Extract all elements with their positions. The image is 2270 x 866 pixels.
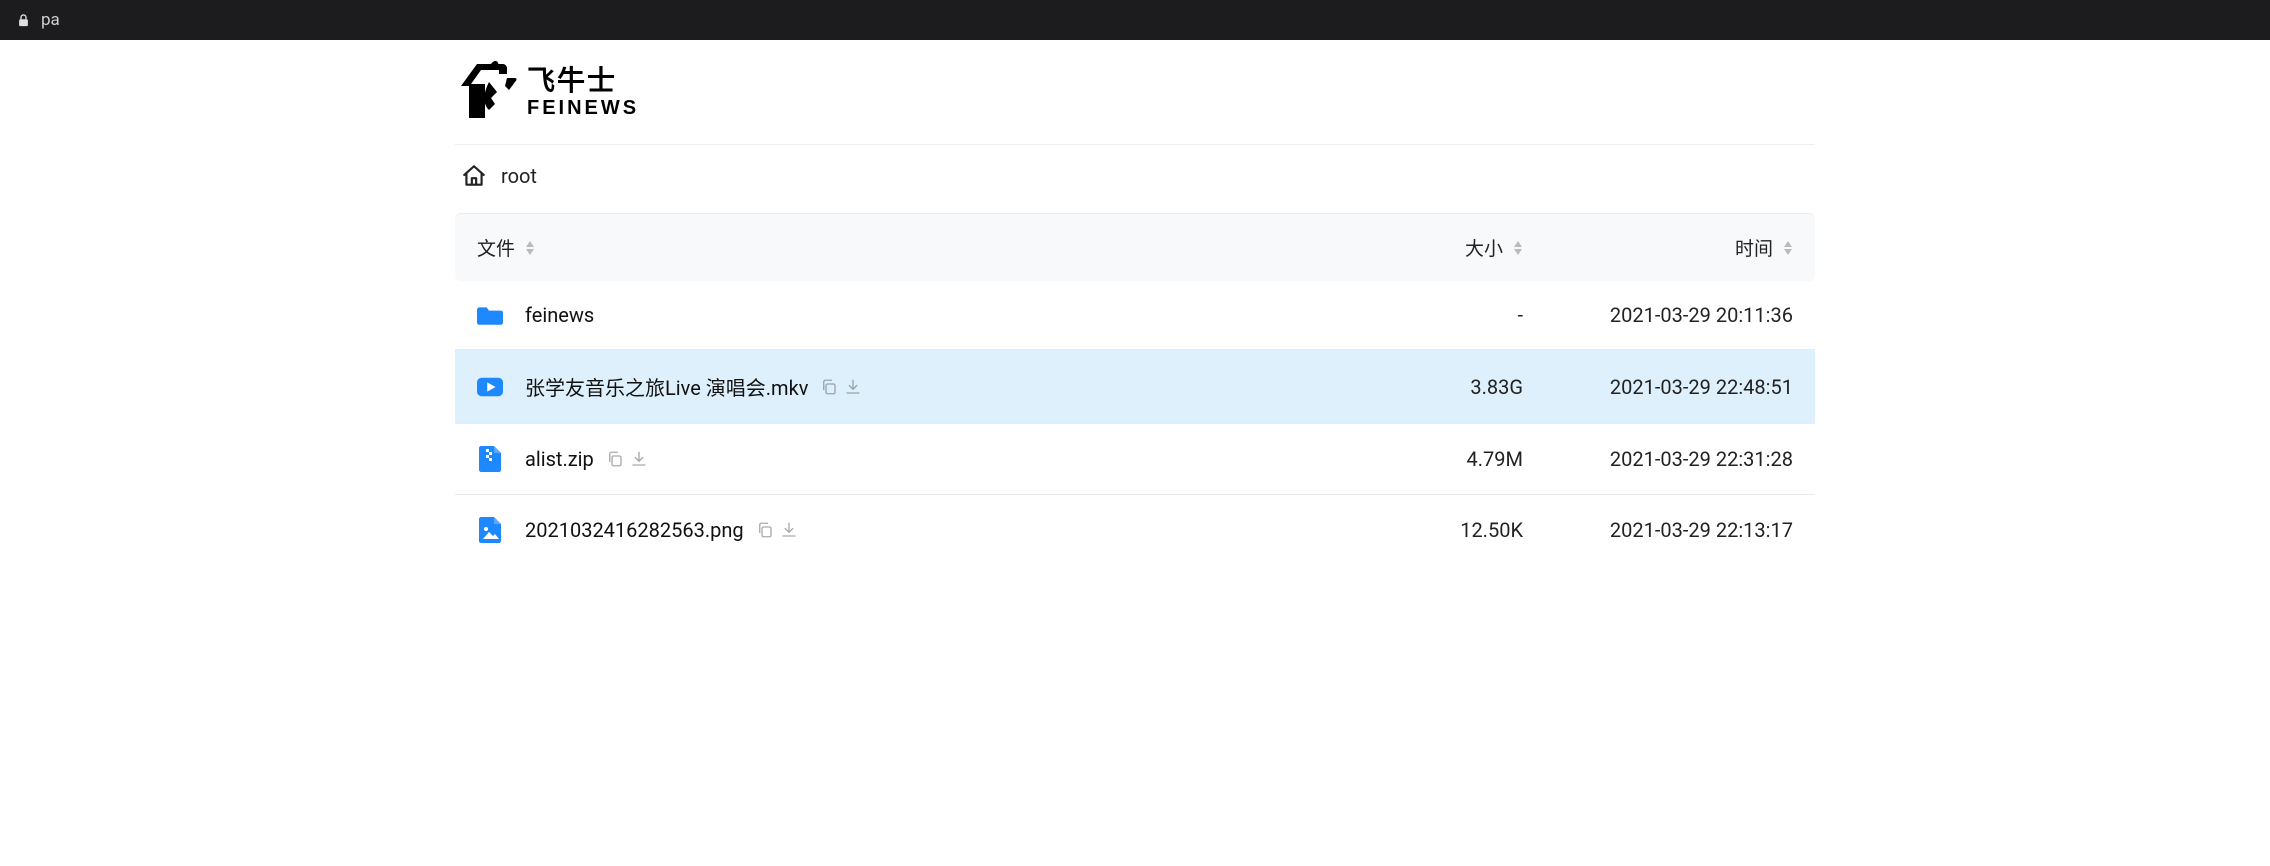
svg-text:FEINEWS: FEINEWS [527, 97, 639, 119]
file-name-cell: 张学友音乐之旅Live 演唱会.mkv [477, 372, 1353, 401]
file-name[interactable]: 张学友音乐之旅Live 演唱会.mkv [525, 372, 808, 401]
row-actions [756, 521, 798, 539]
column-name-label: 文件 [477, 234, 515, 261]
column-name-header[interactable]: 文件 [477, 234, 1353, 261]
file-size: 4.79M [1363, 447, 1523, 471]
file-time: 2021-03-29 20:11:36 [1533, 303, 1793, 327]
file-row[interactable]: feinews -2021-03-29 20:11:36 [455, 281, 1815, 349]
download-icon[interactable] [630, 450, 648, 468]
column-time-header[interactable]: 时间 [1533, 234, 1793, 261]
file-size: - [1363, 303, 1523, 327]
home-icon[interactable] [461, 163, 487, 189]
folder-icon [477, 304, 503, 326]
zip-icon [477, 446, 503, 472]
breadcrumb: root [455, 145, 1815, 213]
copy-link-icon[interactable] [606, 450, 624, 468]
lock-icon [16, 13, 31, 28]
download-icon[interactable] [844, 378, 862, 396]
copy-link-icon[interactable] [756, 521, 774, 539]
column-size-label: 大小 [1465, 234, 1503, 261]
browser-address-bar[interactable]: pa [0, 0, 2270, 40]
file-row[interactable]: 2021032416282563.png 12.50K 2021-03-29 22:… [455, 494, 1815, 565]
file-list: feinews -2021-03-29 20:11:36 张学友音乐之旅Live 演… [455, 281, 1815, 565]
copy-link-icon[interactable] [820, 378, 838, 396]
file-row[interactable]: alist.zip 4.79M 2021-03-29 22:31:28 [455, 423, 1815, 494]
sort-icon [1513, 241, 1523, 255]
svg-text:飞牛士: 飞牛士 [527, 65, 617, 96]
brand-logo[interactable]: 飞牛士 FEINEWS [455, 56, 675, 130]
file-name[interactable]: feinews [525, 303, 594, 327]
file-size: 3.83G [1363, 375, 1523, 399]
file-time: 2021-03-29 22:31:28 [1533, 447, 1793, 471]
image-icon [477, 517, 503, 543]
table-header: 文件 大小 时间 [455, 213, 1815, 281]
column-size-header[interactable]: 大小 [1363, 234, 1523, 261]
row-actions [820, 378, 862, 396]
sort-icon [1783, 241, 1793, 255]
file-name-cell: alist.zip [477, 446, 1353, 472]
breadcrumb-root[interactable]: root [501, 164, 537, 188]
url-text: pa [41, 10, 60, 30]
file-time: 2021-03-29 22:13:17 [1533, 518, 1793, 542]
column-time-label: 时间 [1735, 234, 1773, 261]
file-name-cell: feinews [477, 303, 1353, 327]
video-icon [477, 377, 503, 397]
file-name-cell: 2021032416282563.png [477, 517, 1353, 543]
logo-header: 飞牛士 FEINEWS [455, 50, 1815, 145]
file-row[interactable]: 张学友音乐之旅Live 演唱会.mkv 3.83G 2021-03-29 22:48… [455, 349, 1815, 423]
file-name[interactable]: alist.zip [525, 447, 594, 471]
row-actions [606, 450, 648, 468]
sort-icon [525, 241, 535, 255]
file-name[interactable]: 2021032416282563.png [525, 518, 744, 542]
file-size: 12.50K [1363, 518, 1523, 542]
file-time: 2021-03-29 22:48:51 [1533, 375, 1793, 399]
download-icon[interactable] [780, 521, 798, 539]
